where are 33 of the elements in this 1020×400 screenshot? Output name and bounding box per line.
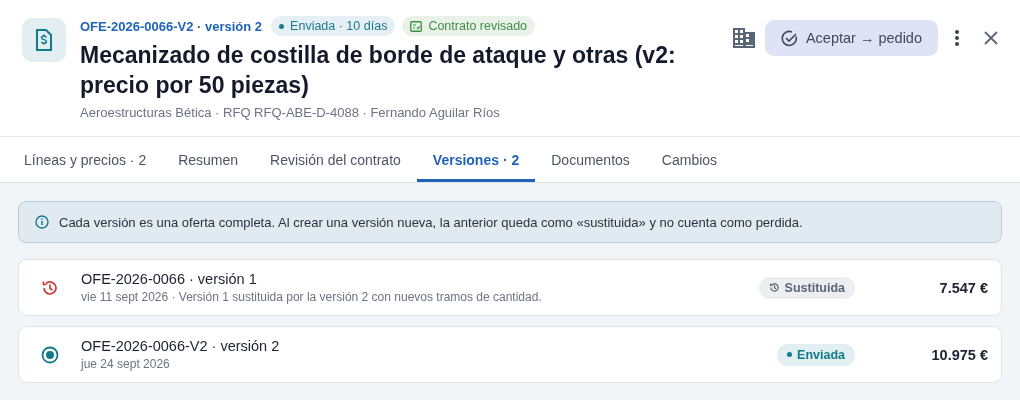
info-icon [35,215,49,229]
info-text: Cada versión es una oferta completa. Al crear una versión nueva, la anterior queda como «sustituida» y no cuenta como perdida. [59,214,803,230]
version-title: OFE-2026-0066 · versión 1 [81,271,258,287]
tab[interactable]: Revisión del contrato [254,137,417,182]
tab[interactable]: Resumen [162,137,255,182]
status-badge: Enviada · 10 días [271,16,396,36]
building-icon[interactable] [732,28,755,48]
invoice-icon [36,29,52,51]
close-button[interactable] [984,31,998,45]
check-circle-icon [780,29,798,47]
version-card[interactable]: OFE-2026-0066 · versión 1 vie 11 sept 2026 · Versión 1 sustituida por la versión 2 con nuevos tramos de cantidad. Sustituida 7.547 € [18,259,1002,316]
offer-code: OFE-2026-0066-V2 · versión 2 [80,18,263,34]
version-detail: jue 24 sept 2026 [81,357,171,371]
version-amount: 7.547 € [938,279,988,296]
tab[interactable]: Versiones · 2 [416,137,536,182]
status-badge: Sustituida [758,276,855,299]
tab[interactable]: Cambios [645,137,734,182]
more-menu-button[interactable] [954,29,960,47]
history-icon [41,278,59,297]
version-title: OFE-2026-0066-V2 · versión 2 [81,338,281,354]
offer-title: Mecanizado de costilla de borde de ataque y otras (v2: precio por 50 piezas) [80,41,677,100]
contract-badge: Contrato revisado [402,16,536,36]
accept-button[interactable]: Aceptar → pedido [764,20,938,56]
status-badge: Enviada [777,343,855,366]
version-amount: 10.975 € [930,346,988,363]
more-vertical-icon [954,29,960,47]
tab[interactable]: Documentos [535,137,646,182]
version-detail: vie 11 sept 2026 · Versión 1 sustituida por la versión 2 con nuevos tramos de cantidad. [81,290,543,304]
offer-subtitle: Aeroestructuras Bética · RFQ RFQ-ABE-D-4088 · Fernando Aguilar Ríos [80,105,501,120]
radio-target-icon [41,345,59,364]
tab[interactable]: Líneas y precios · 2 [8,137,163,182]
close-icon [984,31,998,45]
version-card[interactable]: OFE-2026-0066-V2 · versión 2 jue 24 sept 2026 Enviada 10.975 € [18,326,1002,383]
